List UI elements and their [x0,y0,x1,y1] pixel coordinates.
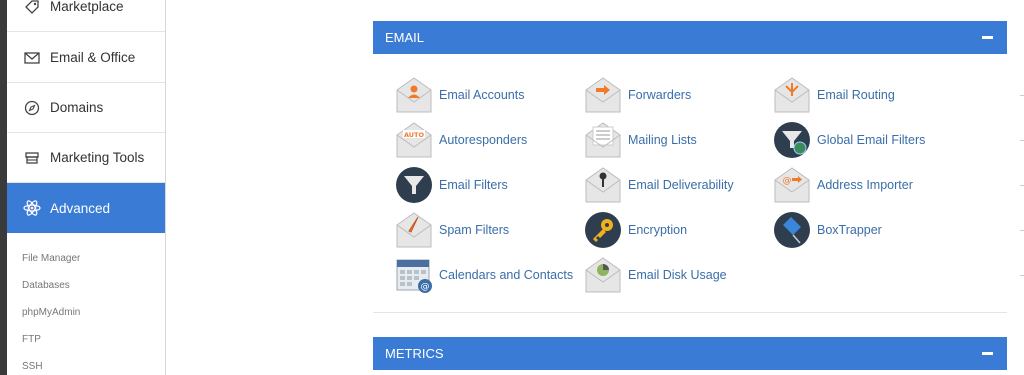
tag-icon [23,0,41,16]
tool-label: Email Filters [439,178,508,192]
tool-label: Email Disk Usage [628,268,727,282]
boxtrapper-icon [774,212,810,248]
store-icon [23,149,41,167]
spam-filters-icon [396,212,432,248]
edge-mark [1020,95,1024,96]
tool-label: Mailing Lists [628,133,697,147]
subitem-ssh[interactable]: SSH [22,361,43,372]
email-filters-icon [396,167,432,203]
tool-email-routing[interactable]: Email Routing [773,75,895,115]
email-panel-title: EMAIL [385,30,425,45]
tool-autoresponders[interactable]: AUTO Autoresponders [395,120,527,160]
tool-email-accounts[interactable]: Email Accounts [395,75,524,115]
atom-icon [23,199,41,217]
tool-label: Spam Filters [439,223,510,237]
tool-forwarders[interactable]: Forwarders [584,75,691,115]
svg-text:@: @ [421,282,430,292]
sidebar-item-label: Advanced [50,200,111,216]
sidebar-item-label: Email & Office [50,50,136,65]
subitem-databases[interactable]: Databases [22,280,70,291]
tool-label: Email Deliverability [628,178,734,192]
address-importer-icon: @ [774,167,810,203]
encryption-icon [585,212,621,248]
email-disk-usage-icon [585,257,621,293]
subitem-ftp[interactable]: FTP [22,334,41,345]
tool-email-deliverability[interactable]: Email Deliverability [584,165,734,205]
mailing-lists-icon [585,122,621,158]
sidebar-item-label: Marketplace [50,0,124,14]
section-divider [373,312,1007,313]
calendar-icon: @ [396,259,432,293]
tool-label: Encryption [628,223,688,237]
sidebar-item-advanced[interactable]: Advanced [7,183,165,233]
sidebar-item-email-office[interactable]: Email & Office [7,33,165,83]
sidebar-item-domains[interactable]: Domains [7,83,165,133]
edge-mark [1020,185,1024,186]
sidebar: Marketplace Email & Office Domains Marke… [0,0,166,375]
subitem-phpmyadmin[interactable]: phpMyAdmin [22,307,80,318]
subitem-file-manager[interactable]: File Manager [22,253,80,264]
tool-label: Address Importer [817,178,913,192]
svg-text:AUTO: AUTO [404,131,425,139]
metrics-panel-header[interactable]: METRICS [373,337,1007,370]
sidebar-item-label: Domains [50,100,104,115]
tool-label: Autoresponders [439,133,528,147]
metrics-panel-title: METRICS [385,346,444,361]
edge-mark [1020,230,1024,231]
edge-mark [1020,140,1024,141]
tool-label: Forwarders [628,88,692,102]
svg-text:@: @ [783,176,792,186]
tool-address-importer[interactable]: @ Address Importer [773,165,913,205]
edge-mark [1020,275,1024,276]
tool-email-filters[interactable]: Email Filters [395,165,508,205]
envelope-icon [23,49,41,67]
tool-label: Calendars and Contacts [439,268,574,282]
email-routing-icon [774,77,810,113]
sidebar-edge [0,0,7,375]
autoresponders-icon: AUTO [396,122,432,158]
sidebar-item-label: Marketing Tools [50,150,145,165]
collapse-icon[interactable] [982,352,993,355]
tool-label: Global Email Filters [817,133,926,147]
tool-global-email-filters[interactable]: Global Email Filters [773,120,925,160]
tool-label: BoxTrapper [817,223,882,237]
sidebar-item-marketplace[interactable]: Marketplace [7,0,165,32]
tool-boxtrapper[interactable]: BoxTrapper [773,210,882,250]
sidebar-item-marketing-tools[interactable]: Marketing Tools [7,133,165,183]
tool-encryption[interactable]: Encryption [584,210,687,250]
tool-label: Email Routing [817,88,895,102]
forwarders-icon [585,77,621,113]
tool-calendars-and-contacts[interactable]: @ Calendars and Contacts [395,255,573,295]
compass-icon [23,99,41,117]
global-email-filters-icon [774,122,810,158]
email-deliverability-icon [585,167,621,203]
tool-spam-filters[interactable]: Spam Filters [395,210,509,250]
tool-mailing-lists[interactable]: Mailing Lists [584,120,697,160]
tool-label: Email Accounts [439,88,525,102]
collapse-icon[interactable] [982,36,993,39]
email-accounts-icon [396,77,432,113]
tool-email-disk-usage[interactable]: Email Disk Usage [584,255,727,295]
email-panel-header[interactable]: EMAIL [373,21,1007,54]
